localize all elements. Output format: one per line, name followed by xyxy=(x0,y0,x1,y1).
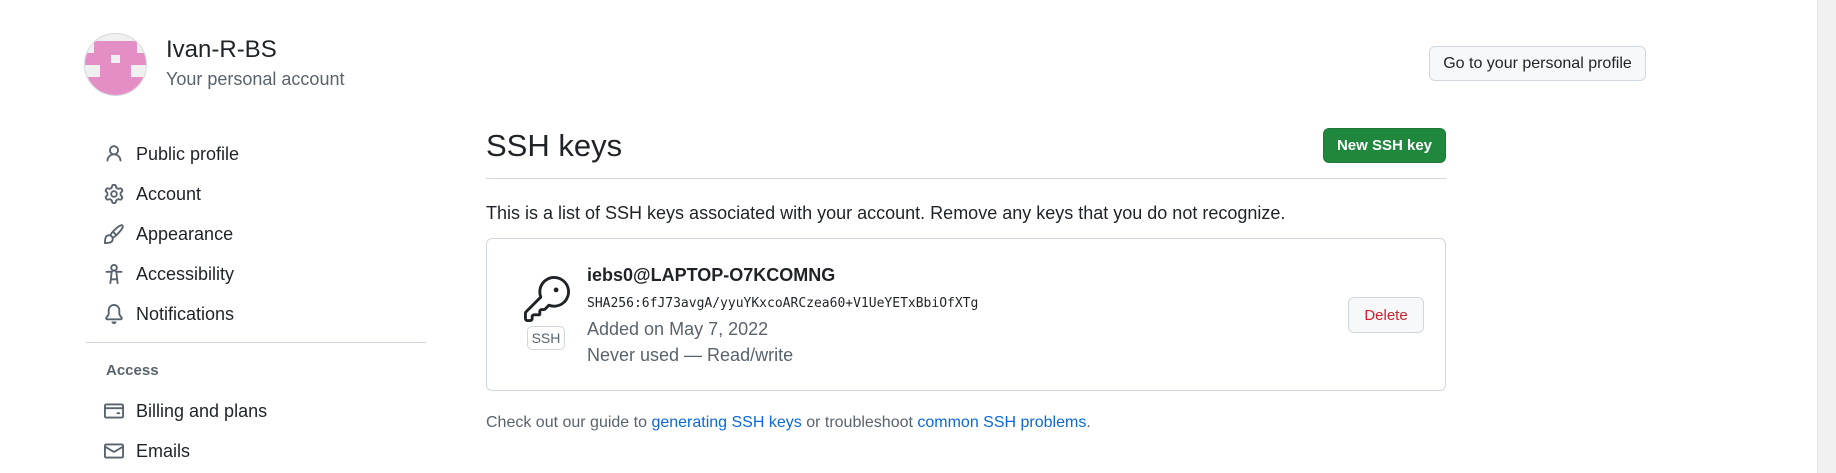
account-subtitle: Your personal account xyxy=(166,69,345,89)
ssh-key-usage: Never used — Read/write xyxy=(587,345,794,365)
sidebar-item-account[interactable]: Account xyxy=(104,176,424,212)
account-name[interactable]: Ivan-R-BS xyxy=(166,36,277,64)
footer-middle: or troubleshoot xyxy=(801,414,918,431)
vertical-scrollbar[interactable] xyxy=(1817,0,1836,473)
credit-card-icon xyxy=(104,403,124,419)
sidebar-item-emails[interactable]: Emails xyxy=(104,433,424,469)
ssh-key-title: iebs0@LAPTOP-O7KCOMNG xyxy=(587,265,836,285)
sidebar-item-label: Public profile xyxy=(136,143,240,164)
footer-suffix: . xyxy=(1086,414,1091,431)
gear-icon xyxy=(104,184,124,204)
ssh-badge: SSH xyxy=(527,326,565,350)
person-icon xyxy=(106,145,122,162)
sidebar-item-accessibility[interactable]: Accessibility xyxy=(104,256,424,292)
intro-text: This is a list of SSH keys associated wi… xyxy=(486,203,1286,223)
new-ssh-key-button[interactable]: New SSH key xyxy=(1323,128,1446,163)
common-ssh-problems-link[interactable]: common SSH problems xyxy=(917,414,1086,431)
sidebar-item-label: Account xyxy=(136,183,202,204)
title-divider xyxy=(486,178,1446,179)
sidebar-item-label: Notifications xyxy=(136,303,235,324)
page-title: SSH keys xyxy=(486,128,623,163)
ssh-key-added-date: Added on May 7, 2022 xyxy=(587,319,769,339)
delete-key-button[interactable]: Delete xyxy=(1348,297,1424,333)
identicon-image xyxy=(85,34,146,95)
sidebar-item-public-profile[interactable]: Public profile xyxy=(104,136,424,172)
generating-ssh-keys-link[interactable]: generating SSH keys xyxy=(651,414,801,431)
mail-icon xyxy=(104,443,124,459)
paintbrush-icon xyxy=(104,224,124,244)
sidebar-item-label: Emails xyxy=(136,440,191,461)
sidebar-item-appearance[interactable]: Appearance xyxy=(104,216,424,252)
sidebar-item-billing[interactable]: Billing and plans xyxy=(104,393,424,429)
key-icon xyxy=(524,276,570,322)
sidebar-item-label: Billing and plans xyxy=(136,400,268,421)
sidebar-divider xyxy=(86,342,426,343)
avatar[interactable] xyxy=(84,33,147,96)
sidebar-section-heading-access: Access xyxy=(106,362,159,379)
footer-help-text: Check out our guide to generating SSH ke… xyxy=(486,414,1091,432)
ssh-key-list xyxy=(486,238,1446,391)
footer-prefix: Check out our guide to xyxy=(486,414,652,431)
sidebar-item-label: Accessibility xyxy=(136,263,235,284)
sidebar-item-label: Appearance xyxy=(136,223,234,244)
ssh-key-fingerprint: SHA256:6fJ73avgA/yyuYKxcoARCzea60+V1UeYE… xyxy=(587,296,979,311)
sidebar-item-notifications[interactable]: Notifications xyxy=(104,296,424,332)
bell-icon xyxy=(105,304,123,324)
accessibility-icon xyxy=(105,264,123,284)
go-to-profile-button[interactable]: Go to your personal profile xyxy=(1429,46,1646,81)
